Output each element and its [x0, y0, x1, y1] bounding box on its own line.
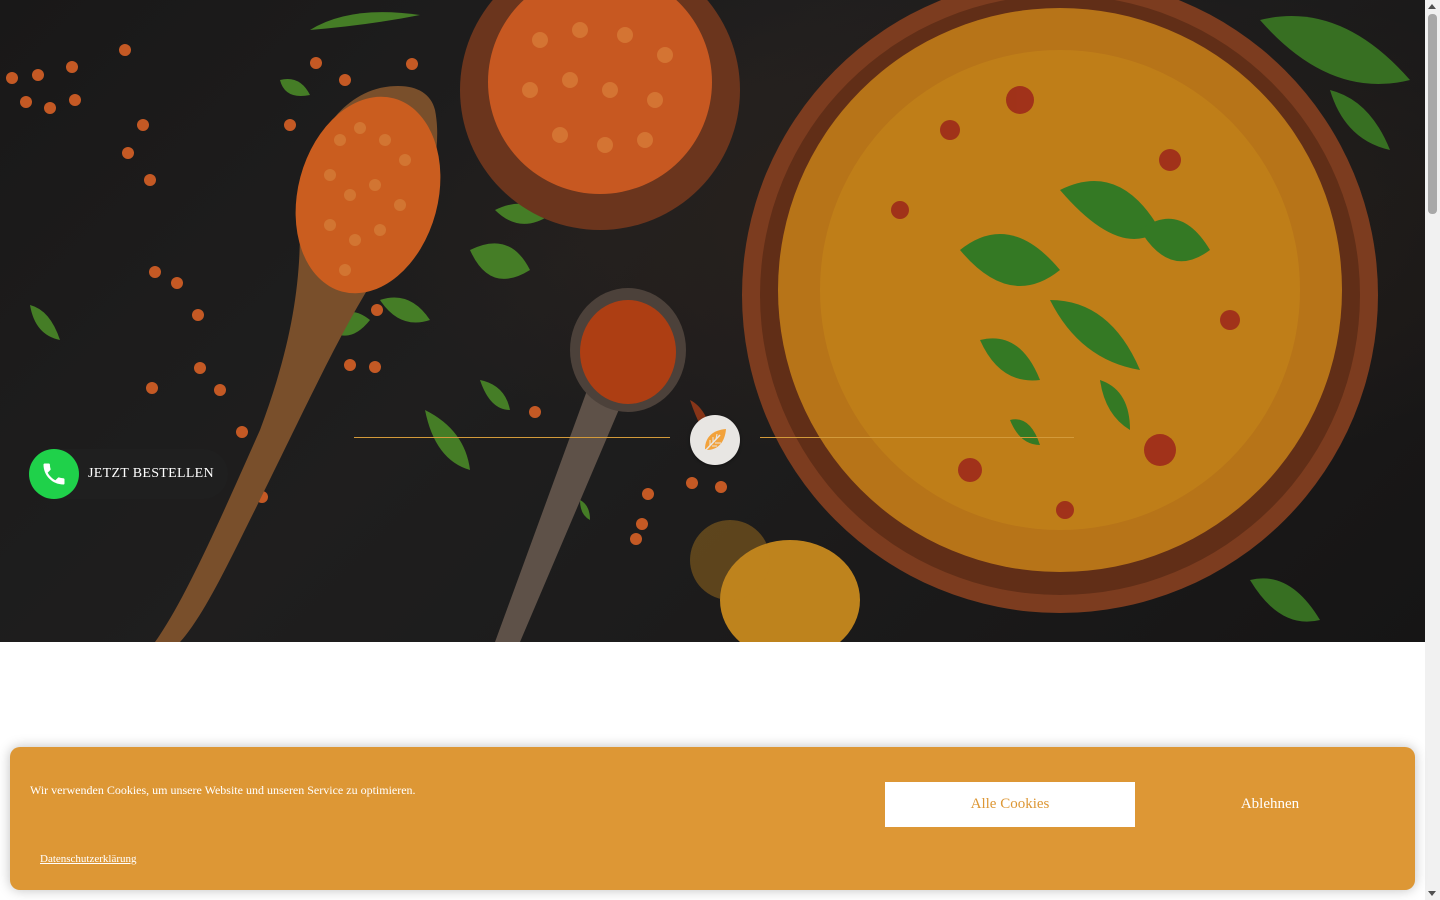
scroll-up-arrow[interactable]	[1428, 4, 1436, 9]
page-scrollbar[interactable]	[1425, 0, 1440, 900]
hero-section	[0, 0, 1425, 642]
page: JETZT BESTELLEN Wir verwenden Cookies, u…	[0, 0, 1440, 900]
scroll-down-arrow[interactable]	[1428, 891, 1436, 896]
cookie-banner: Wir verwenden Cookies, um unsere Website…	[10, 747, 1415, 890]
leaf-icon	[703, 429, 726, 453]
phone-icon-circle	[29, 449, 79, 499]
privacy-policy-link[interactable]: Datenschutzerklärung	[40, 853, 137, 865]
hero-divider-right	[760, 437, 1074, 438]
cookie-message: Wir verwenden Cookies, um unsere Website…	[30, 783, 416, 797]
leaf-badge	[690, 415, 740, 465]
scroll-thumb[interactable]	[1428, 14, 1437, 214]
phone-icon	[43, 463, 65, 485]
order-now-button[interactable]: JETZT BESTELLEN	[29, 449, 228, 499]
decline-cookies-button[interactable]: Ablehnen	[1145, 782, 1395, 827]
hero-divider-left	[354, 437, 670, 438]
accept-cookies-button[interactable]: Alle Cookies	[885, 782, 1135, 827]
hero-image	[0, 0, 1425, 642]
order-now-label: JETZT BESTELLEN	[88, 466, 214, 481]
